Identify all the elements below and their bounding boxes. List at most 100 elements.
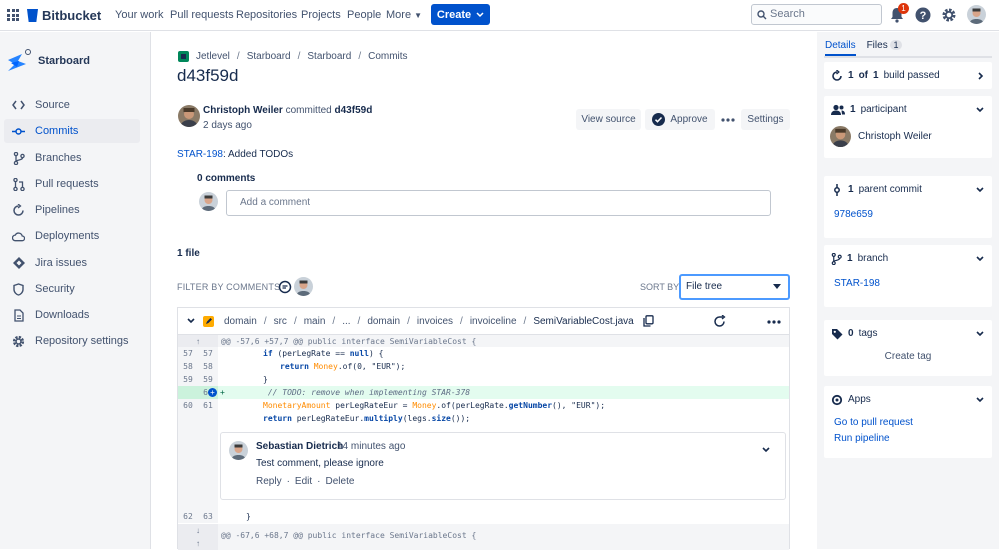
repository-header[interactable]: Starboard (7, 48, 90, 73)
sidebar-item-security[interactable]: Security (4, 277, 140, 301)
search-input[interactable]: Search (751, 4, 882, 25)
main-content: Jetlevel / Starboard / Starboard / Commi… (151, 32, 817, 550)
search-placeholder: Search (770, 8, 805, 20)
sidebar-item-repository-settings[interactable]: Repository settings (4, 329, 140, 353)
commit-date: 2 days ago (203, 120, 252, 131)
sidebar-item-pull-requests[interactable]: Pull requests (4, 172, 140, 196)
reply-link[interactable]: Reply (256, 476, 282, 487)
path-segment[interactable]: main (304, 316, 326, 327)
path-segment[interactable]: domain (224, 316, 257, 327)
apps-header[interactable]: Apps (824, 386, 992, 413)
nav-pull-requests[interactable]: Pull requests (170, 9, 234, 21)
nav-repositories[interactable]: Repositories (236, 9, 297, 21)
gear-icon[interactable] (941, 7, 957, 23)
branch-header[interactable]: 1 branch (824, 245, 992, 272)
commit-author[interactable]: Christoph Weiler (203, 105, 283, 116)
expand-down-icon[interactable]: ↓ (178, 524, 218, 537)
build-status-card[interactable]: 1 of 1 build passed (824, 62, 992, 89)
collapse-chevron-icon[interactable] (187, 318, 195, 324)
code-text: // TODO: remove when implementing STAR-3… (267, 388, 471, 397)
more-actions-button[interactable] (717, 109, 738, 130)
settings-button[interactable]: Settings (741, 109, 790, 130)
create-tag-button[interactable]: Create tag (824, 351, 992, 362)
go-to-pull-request-link[interactable]: Go to pull request (824, 417, 992, 428)
new-line-number: 59 (203, 375, 213, 384)
refresh-icon[interactable] (713, 315, 727, 328)
tags-header[interactable]: 0 tags (824, 320, 992, 347)
sidebar-item-commits[interactable]: Commits (4, 119, 140, 143)
copy-icon[interactable] (643, 315, 654, 327)
comment-author[interactable]: Sebastian Dietrich (256, 441, 343, 452)
breadcrumb-jetlevel[interactable]: Jetlevel (196, 51, 230, 62)
filter-user-avatar[interactable] (294, 277, 313, 296)
run-pipeline-link[interactable]: Run pipeline (824, 433, 992, 444)
sidebar-item-downloads[interactable]: Downloads (4, 303, 140, 327)
apps-icon (831, 394, 843, 405)
participants-header[interactable]: 1 participant (824, 96, 992, 123)
chevron-down-icon (773, 284, 781, 289)
nav-people[interactable]: People (347, 9, 381, 21)
bitbucket-logo-icon (27, 9, 38, 22)
breadcrumb-starboard-repo[interactable]: Starboard (307, 51, 351, 62)
modified-file-icon (203, 315, 214, 327)
sidebar-item-pipelines[interactable]: Pipelines (4, 198, 140, 222)
sidebar-item-source[interactable]: Source (4, 93, 140, 117)
add-comment-input[interactable]: Add a comment (226, 190, 771, 216)
breadcrumb-starboard-project[interactable]: Starboard (247, 51, 291, 62)
comments-count: 0 comments (197, 173, 256, 184)
comment-time[interactable]: 14 minutes ago (337, 441, 405, 452)
help-icon[interactable]: ? (915, 7, 931, 23)
committer-avatar[interactable] (178, 105, 200, 127)
sidebar-item-jira-issues[interactable]: Jira issues (4, 251, 140, 275)
commits-icon (12, 125, 25, 138)
chevron-down-icon[interactable] (762, 447, 770, 453)
tab-details[interactable]: Details (825, 40, 856, 56)
jira-icon (12, 257, 25, 270)
nav-your-work[interactable]: Your work (115, 9, 164, 21)
branch-link[interactable]: STAR-198 (824, 278, 992, 289)
view-source-button[interactable]: View source (576, 109, 641, 130)
bitbucket-logo[interactable]: Bitbucket (27, 8, 101, 23)
jira-issue-link[interactable]: STAR-198 (177, 149, 223, 160)
path-segment[interactable]: src (274, 316, 287, 327)
action-separator: · (317, 476, 321, 487)
commenter-avatar[interactable] (229, 441, 248, 460)
sort-by-select[interactable]: File tree (679, 274, 790, 300)
path-segment[interactable]: invoiceline (470, 316, 517, 327)
build-count: 1 (848, 70, 854, 81)
build-total: 1 (873, 70, 879, 81)
sidebar-item-label: Source (35, 99, 70, 111)
build-text: build passed (883, 70, 940, 81)
path-separator: / (357, 315, 361, 327)
delete-link[interactable]: Delete (326, 476, 355, 487)
parent-commit-header[interactable]: 1 parent commit (824, 176, 992, 203)
approve-button[interactable]: Approve (645, 109, 715, 130)
add-comment-icon[interactable]: + (208, 388, 217, 397)
expand-up-icon[interactable]: ↑ (178, 335, 218, 347)
people-icon (831, 104, 845, 115)
path-segment[interactable]: ... (342, 316, 350, 327)
path-segment[interactable]: domain (367, 316, 400, 327)
path-separator: / (332, 315, 336, 327)
path-separator: / (460, 315, 463, 327)
expand-up-icon[interactable]: ↑ (178, 537, 218, 550)
edit-link[interactable]: Edit (295, 476, 312, 487)
profile-avatar[interactable] (967, 5, 986, 24)
nav-projects[interactable]: Projects (301, 9, 341, 21)
new-line-number: 63 (203, 512, 213, 521)
tab-files[interactable]: Files 1 (867, 40, 902, 56)
app-switcher-icon[interactable] (7, 9, 19, 21)
sidebar-item-branches[interactable]: Branches (4, 146, 140, 170)
comment-actions: Reply · Edit · Delete (256, 476, 354, 487)
comment-filter-icon[interactable] (278, 280, 292, 294)
path-separator: / (407, 315, 410, 327)
more-icon[interactable] (767, 320, 781, 324)
parent-commit-link[interactable]: 978e659 (824, 209, 992, 220)
sidebar-item-deployments[interactable]: Deployments (4, 224, 140, 248)
path-segment[interactable]: invoices (417, 316, 453, 327)
breadcrumb-commits[interactable]: Commits (368, 51, 407, 62)
file-diff-header: domain / src / main / ... / domain / invoices… (178, 308, 789, 335)
participant-row[interactable]: Christoph Weiler (824, 126, 992, 147)
nav-more[interactable]: More ▼ (386, 9, 422, 21)
create-button[interactable]: Create (431, 4, 490, 25)
